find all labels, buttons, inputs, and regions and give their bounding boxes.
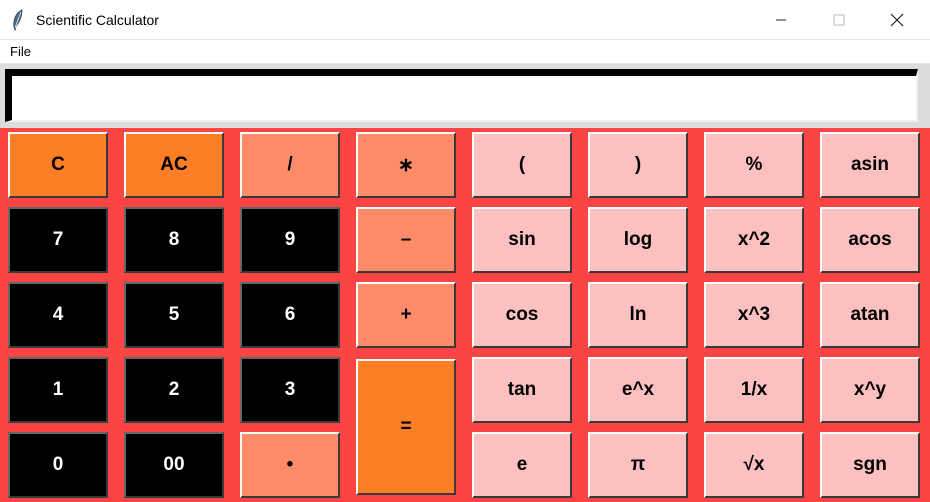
minimize-icon [776, 19, 786, 21]
all-clear-button[interactable]: AC [124, 132, 224, 198]
digit-9-button[interactable]: 9 [240, 207, 340, 273]
atan-button[interactable]: atan [820, 282, 920, 348]
sgn-button[interactable]: sgn [820, 432, 920, 498]
close-icon [890, 13, 904, 27]
display-input[interactable] [5, 69, 918, 122]
digit-4-button[interactable]: 4 [8, 282, 108, 348]
acos-button[interactable]: acos [820, 207, 920, 273]
double-zero-button[interactable]: 00 [124, 432, 224, 498]
tan-button[interactable]: tan [472, 357, 572, 423]
log-button[interactable]: log [588, 207, 688, 273]
left-paren-button[interactable]: ( [472, 132, 572, 198]
digit-8-button[interactable]: 8 [124, 207, 224, 273]
window-title: Scientific Calculator [36, 12, 159, 28]
cube-button[interactable]: x^3 [704, 282, 804, 348]
sqrt-button[interactable]: √x [704, 432, 804, 498]
ln-button[interactable]: ln [588, 282, 688, 348]
right-paren-button[interactable]: ) [588, 132, 688, 198]
percent-button[interactable]: % [704, 132, 804, 198]
asin-button[interactable]: asin [820, 132, 920, 198]
digit-6-button[interactable]: 6 [240, 282, 340, 348]
maximize-button[interactable] [816, 0, 862, 40]
close-button[interactable] [874, 0, 920, 40]
plus-button[interactable]: + [356, 282, 456, 348]
keypad: C AC / ∗ ( ) % asin 7 8 9 – sin log x^2 … [0, 128, 930, 502]
minimize-button[interactable] [758, 0, 804, 40]
decimal-point-button[interactable]: • [240, 432, 340, 498]
maximize-icon [833, 14, 845, 26]
clear-button[interactable]: C [8, 132, 108, 198]
menu-file[interactable]: File [10, 44, 31, 59]
digit-3-button[interactable]: 3 [240, 357, 340, 423]
cos-button[interactable]: cos [472, 282, 572, 348]
digit-5-button[interactable]: 5 [124, 282, 224, 348]
title-bar: Scientific Calculator [0, 0, 930, 40]
digit-0-button[interactable]: 0 [8, 432, 108, 498]
digit-7-button[interactable]: 7 [8, 207, 108, 273]
exp-button[interactable]: e^x [588, 357, 688, 423]
power-button[interactable]: x^y [820, 357, 920, 423]
equals-button[interactable]: = [356, 359, 456, 495]
divide-button[interactable]: / [240, 132, 340, 198]
menu-bar: File [0, 40, 930, 64]
feather-icon [13, 9, 23, 31]
e-constant-button[interactable]: e [472, 432, 572, 498]
display-area [0, 64, 930, 128]
sin-button[interactable]: sin [472, 207, 572, 273]
digit-2-button[interactable]: 2 [124, 357, 224, 423]
pi-button[interactable]: π [588, 432, 688, 498]
multiply-button[interactable]: ∗ [356, 132, 456, 198]
reciprocal-button[interactable]: 1/x [704, 357, 804, 423]
digit-1-button[interactable]: 1 [8, 357, 108, 423]
square-button[interactable]: x^2 [704, 207, 804, 273]
minus-button[interactable]: – [356, 207, 456, 273]
